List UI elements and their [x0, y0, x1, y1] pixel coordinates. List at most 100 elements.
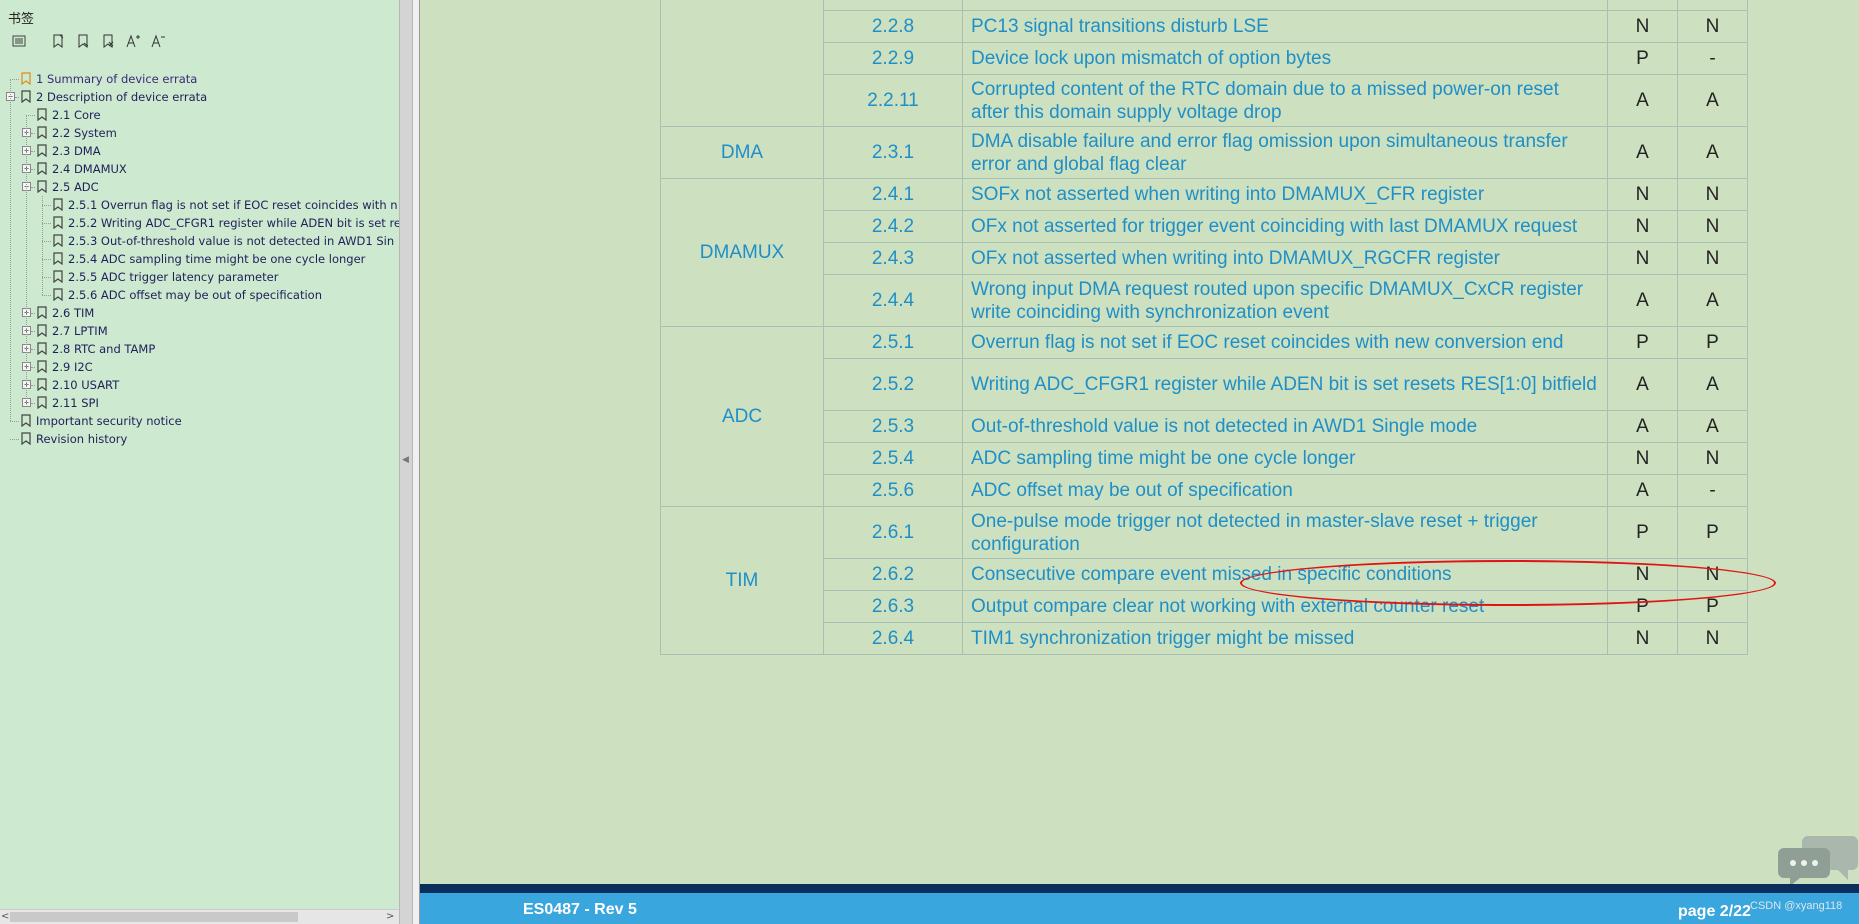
erratum-description[interactable]: One-pulse mode trigger not detected in m…: [962, 506, 1608, 559]
bookmark-item[interactable]: +2.2 System: [0, 124, 399, 142]
bookmark-item[interactable]: 2.5.3 Out-of-threshold value is not dete…: [0, 232, 399, 250]
horizontal-scrollbar[interactable]: < >: [0, 909, 399, 924]
erratum-description[interactable]: SOFx not asserted when writing into DMAM…: [962, 178, 1608, 211]
bookmark-item[interactable]: Important security notice: [0, 412, 399, 430]
bookmark-item[interactable]: +2.6 TIM: [0, 304, 399, 322]
tree-guide-line: [10, 79, 19, 80]
bookmark-item[interactable]: Revision history: [0, 430, 399, 448]
tree-guide-line: [31, 169, 35, 170]
erratum-number: 2.5.2: [823, 358, 963, 411]
bookmark-item[interactable]: +2.9 I2C: [0, 358, 399, 376]
erratum-description[interactable]: Device lock upon mismatch of option byte…: [962, 42, 1608, 75]
status-cell: N: [1607, 558, 1678, 591]
module-cell: TIM: [660, 506, 824, 655]
erratum-number: 2.5.6: [823, 474, 963, 507]
status-cell: A: [1677, 126, 1748, 179]
bookmark-item[interactable]: +2.11 SPI: [0, 394, 399, 412]
bookmark-label: 2.5.4 ADC sampling time might be one cyc…: [68, 252, 366, 266]
status-cell: N: [1677, 442, 1748, 475]
bookmark-item[interactable]: −2 Description of device errata: [0, 88, 399, 106]
font-decrease-icon[interactable]: [147, 31, 169, 51]
panel-splitter[interactable]: ◀: [399, 0, 413, 924]
status-cell: A: [1677, 358, 1748, 411]
bookmark-item[interactable]: 2.5.2 Writing ADC_CFGR1 register while A…: [0, 214, 399, 232]
bookmark-item[interactable]: 2.5.5 ADC trigger latency parameter: [0, 268, 399, 286]
erratum-number: 2.5.4: [823, 442, 963, 475]
errata-table: 2.2.8 PC13 signal transitions disturb LSE…: [660, 0, 1748, 655]
erratum-description[interactable]: ADC offset may be out of specification: [962, 474, 1608, 507]
status-cell: [1607, 0, 1678, 11]
bookmark-delete-icon[interactable]: [97, 31, 119, 51]
bookmark-item[interactable]: +2.4 DMAMUX: [0, 160, 399, 178]
status-cell: N: [1607, 622, 1678, 655]
bookmark-item[interactable]: 2.5.4 ADC sampling time might be one cyc…: [0, 250, 399, 268]
bookmark-item[interactable]: 2.5.1 Overrun flag is not set if EOC res…: [0, 196, 399, 214]
bookmark-add-child-icon[interactable]: [72, 31, 94, 51]
erratum-description[interactable]: OFx not asserted when writing into DMAMU…: [962, 242, 1608, 275]
erratum-description[interactable]: TIM1 synchronization trigger might be mi…: [962, 622, 1608, 655]
status-cell: A: [1677, 410, 1748, 443]
erratum-description[interactable]: Output compare clear not working with ex…: [962, 590, 1608, 623]
bookmark-tree: 1 Summary of device errata −2 Description…: [0, 70, 399, 448]
bookmark-item[interactable]: 2.1 Core: [0, 106, 399, 124]
tree-guide-line: [31, 349, 35, 350]
bookmark-item[interactable]: +2.10 USART: [0, 376, 399, 394]
list-options-icon[interactable]: [8, 31, 30, 51]
bookmark-toolbar: [8, 31, 172, 51]
tree-guide-line: [10, 79, 11, 421]
scrollbar-thumb[interactable]: [10, 912, 298, 922]
bookmark-add-icon[interactable]: [47, 31, 69, 51]
status-cell: N: [1677, 558, 1748, 591]
bookmark-label: 2.2 System: [52, 126, 117, 140]
bookmark-label: 2.1 Core: [52, 108, 101, 122]
bookmark-item[interactable]: +2.3 DMA: [0, 142, 399, 160]
status-cell: A: [1607, 358, 1678, 411]
erratum-number: 2.6.2: [823, 558, 963, 591]
table-row: [660, 0, 1748, 127]
erratum-description[interactable]: Writing ADC_CFGR1 register while ADEN bi…: [962, 358, 1608, 411]
erratum-description[interactable]: OFx not asserted for trigger event coinc…: [962, 210, 1608, 243]
scroll-left-icon[interactable]: <: [1, 910, 9, 924]
scroll-right-icon[interactable]: >: [386, 910, 394, 924]
erratum-description[interactable]: PC13 signal transitions disturb LSE: [962, 10, 1608, 43]
erratum-description[interactable]: Overrun flag is not set if EOC reset coi…: [962, 326, 1608, 359]
tree-guide-line: [42, 205, 51, 206]
bookmark-item[interactable]: 1 Summary of device errata: [0, 70, 399, 88]
bookmark-label: 2 Description of device errata: [36, 90, 208, 104]
table-row: ADC 2.5.1 Overrun flag is not set if EOC r…: [660, 326, 1748, 507]
erratum-description[interactable]: Wrong input DMA request routed upon spec…: [962, 274, 1608, 327]
erratum-description[interactable]: Consecutive compare event missed in spec…: [962, 558, 1608, 591]
erratum-description[interactable]: [962, 0, 1608, 11]
erratum-description[interactable]: DMA disable failure and error flag omiss…: [962, 126, 1608, 179]
bookmark-label: 2.10 USART: [52, 378, 120, 392]
collapse-arrow-icon[interactable]: ◀: [402, 455, 409, 465]
bookmark-item[interactable]: +2.7 LPTIM: [0, 322, 399, 340]
bookmark-item[interactable]: 2.5.6 ADC offset may be out of specifica…: [0, 286, 399, 304]
status-cell: P: [1607, 326, 1678, 359]
tree-guide-line: [26, 115, 35, 116]
bookmark-item[interactable]: −2.5 ADC: [0, 178, 399, 196]
bookmark-item[interactable]: +2.8 RTC and TAMP: [0, 340, 399, 358]
erratum-number: 2.4.4: [823, 274, 963, 327]
table-row: 2.5.6 ADC offset may be out of specificat…: [661, 474, 1748, 507]
bookmark-label: 2.3 DMA: [52, 144, 101, 158]
erratum-number: 2.4.3: [823, 242, 963, 275]
table-row: 2.4.4 Wrong input DMA request routed upon…: [661, 274, 1748, 327]
erratum-number: 2.6.4: [823, 622, 963, 655]
erratum-number: 2.2.11: [823, 74, 963, 127]
status-cell: A: [1607, 474, 1678, 507]
erratum-description[interactable]: ADC sampling time might be one cycle lon…: [962, 442, 1608, 475]
module-cell: DMA: [660, 126, 824, 179]
bookmark-label: 2.5.3 Out-of-threshold value is not dete…: [68, 234, 395, 248]
status-cell: A: [1607, 74, 1678, 127]
tree-guide-line: [31, 313, 35, 314]
status-cell: N: [1607, 242, 1678, 275]
erratum-description[interactable]: Out-of-threshold value is not detected i…: [962, 410, 1608, 443]
chat-bubble-icon[interactable]: [1778, 832, 1858, 886]
bookmark-label: 2.11 SPI: [52, 396, 99, 410]
erratum-description[interactable]: Corrupted content of the RTC domain due …: [962, 74, 1608, 127]
font-increase-icon[interactable]: [122, 31, 144, 51]
status-cell: [1677, 0, 1748, 11]
tree-guide-line: [10, 439, 19, 440]
table-row: TIM 2.6.1 One-pulse mode trigger not detec…: [660, 506, 1748, 655]
